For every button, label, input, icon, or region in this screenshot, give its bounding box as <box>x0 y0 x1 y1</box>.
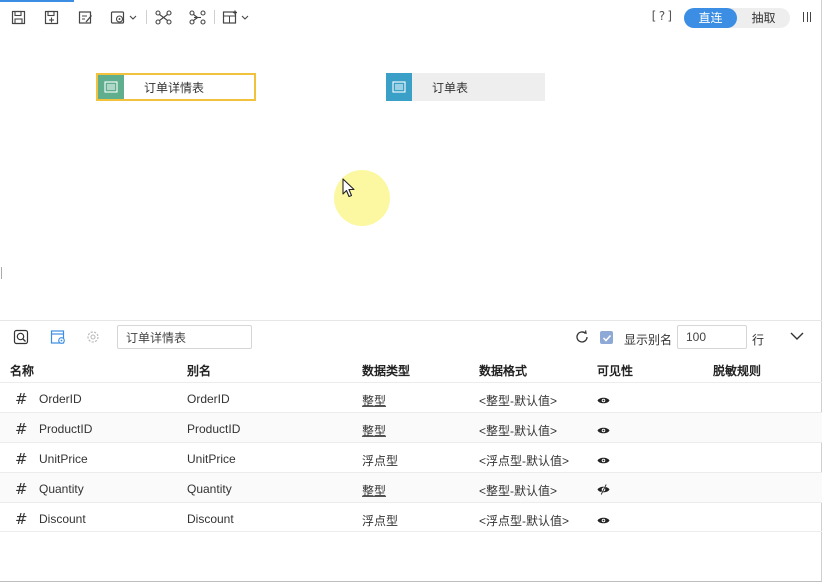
refresh-icon[interactable] <box>573 328 591 346</box>
column-header-name: 名称 <box>10 364 35 378</box>
field-format[interactable]: <浮点型-默认值> <box>479 452 569 469</box>
save-as-icon[interactable] <box>43 7 59 27</box>
mode-direct-button[interactable]: 直连 <box>684 8 737 28</box>
add-table-dropdown-icon[interactable] <box>222 7 252 27</box>
help-button[interactable]: [?] <box>650 9 675 23</box>
relation-icon[interactable] <box>154 7 172 27</box>
panel-toolbar: 显示别名 行 <box>0 321 822 352</box>
table-detail-panel: 显示别名 行 名称 别名 数据类型 数据格式 可见性 脱敏规则 # OrderI… <box>0 320 822 582</box>
table-settings-icon[interactable] <box>49 328 67 346</box>
splitter-handle[interactable] <box>1 267 2 279</box>
eye-icon[interactable] <box>597 424 610 438</box>
connection-mode-toggle: 直连 抽取 <box>684 8 790 28</box>
column-header-alias: 别名 <box>187 364 212 378</box>
top-toolbar: [?] 直连 抽取 <box>0 0 822 34</box>
edit-icon[interactable] <box>77 7 93 27</box>
column-layout-icon[interactable] <box>803 12 811 22</box>
column-header-format: 数据格式 <box>479 364 528 378</box>
relation-alt-icon[interactable] <box>188 7 206 27</box>
field-name: Quantity <box>39 482 84 496</box>
field-type[interactable]: 浮点型 <box>362 452 398 469</box>
column-header-visibility: 可见性 <box>597 364 634 378</box>
field-type[interactable]: 浮点型 <box>362 512 398 529</box>
show-alias-checkbox[interactable] <box>600 331 613 344</box>
save-icon[interactable] <box>10 7 26 27</box>
table-icon <box>386 73 412 101</box>
field-name: UnitPrice <box>39 452 88 466</box>
row-unit-label: 行 <box>752 333 765 347</box>
field-alias[interactable]: Discount <box>187 512 234 526</box>
field-alias[interactable]: ProductID <box>187 422 240 436</box>
eye-icon[interactable] <box>597 454 610 468</box>
toolbar-divider <box>146 10 147 24</box>
chevron-down-icon[interactable] <box>789 330 805 345</box>
field-format[interactable]: <浮点型-默认值> <box>479 512 569 529</box>
table-row[interactable]: # UnitPrice UnitPrice 浮点型 <浮点型-默认值> <box>0 442 822 472</box>
numeric-type-icon: # <box>15 510 28 528</box>
table-row[interactable]: # OrderID OrderID 整型 <整型-默认值> <box>0 382 822 412</box>
row-count-input[interactable] <box>677 325 747 349</box>
field-table: 名称 别名 数据类型 数据格式 可见性 脱敏规则 # OrderID Order… <box>0 352 822 532</box>
numeric-type-icon: # <box>15 450 28 468</box>
column-header-type: 数据类型 <box>362 364 411 378</box>
gear-icon <box>84 328 102 346</box>
preview-icon[interactable] <box>12 328 30 346</box>
table-node-label: 订单表 <box>432 80 469 95</box>
field-table-body: # OrderID OrderID 整型 <整型-默认值> # ProductI… <box>0 382 822 532</box>
eye-slash-icon[interactable] <box>597 484 610 498</box>
settings-dropdown-icon[interactable] <box>110 7 140 27</box>
field-table-header: 名称 别名 数据类型 数据格式 可见性 脱敏规则 <box>0 352 822 382</box>
column-header-masking: 脱敏规则 <box>713 364 762 378</box>
numeric-type-icon: # <box>15 480 28 498</box>
table-row[interactable]: # ProductID ProductID 整型 <整型-默认值> <box>0 412 822 442</box>
field-name: OrderID <box>39 392 82 406</box>
field-format[interactable]: <整型-默认值> <box>479 422 557 439</box>
field-alias[interactable]: OrderID <box>187 392 230 406</box>
eye-icon[interactable] <box>597 514 610 528</box>
table-node-order-details[interactable]: 订单详情表 <box>96 73 256 101</box>
table-name-input[interactable] <box>117 325 252 349</box>
eye-icon[interactable] <box>597 394 610 408</box>
field-name: ProductID <box>39 422 93 436</box>
numeric-type-icon: # <box>15 390 28 408</box>
table-row[interactable]: # Quantity Quantity 整型 <整型-默认值> <box>0 472 822 502</box>
table-node-label: 订单详情表 <box>144 80 205 95</box>
field-alias[interactable]: Quantity <box>187 482 232 496</box>
field-name: Discount <box>39 512 86 526</box>
field-type[interactable]: 整型 <box>362 392 386 409</box>
table-node-orders[interactable]: 订单表 <box>386 73 545 101</box>
table-icon <box>98 75 124 99</box>
data-model-editor: [?] 直连 抽取 订单详情表 订单表 订单详情表 显示别名 100 行 名称 … <box>0 0 822 582</box>
show-alias-label: 显示别名 <box>624 333 673 347</box>
mode-extract-button[interactable]: 抽取 <box>737 8 790 28</box>
field-type[interactable]: 整型 <box>362 422 386 439</box>
toolbar-divider <box>214 10 215 24</box>
model-canvas[interactable]: 订单详情表 订单表 <box>0 34 822 320</box>
active-tab-indicator <box>0 0 74 2</box>
mouse-cursor-icon <box>342 178 356 201</box>
field-type[interactable]: 整型 <box>362 482 386 499</box>
table-row[interactable]: # Discount Discount 浮点型 <浮点型-默认值> <box>0 502 822 532</box>
field-format[interactable]: <整型-默认值> <box>479 392 557 409</box>
field-format[interactable]: <整型-默认值> <box>479 482 557 499</box>
numeric-type-icon: # <box>15 420 28 438</box>
field-alias[interactable]: UnitPrice <box>187 452 236 466</box>
